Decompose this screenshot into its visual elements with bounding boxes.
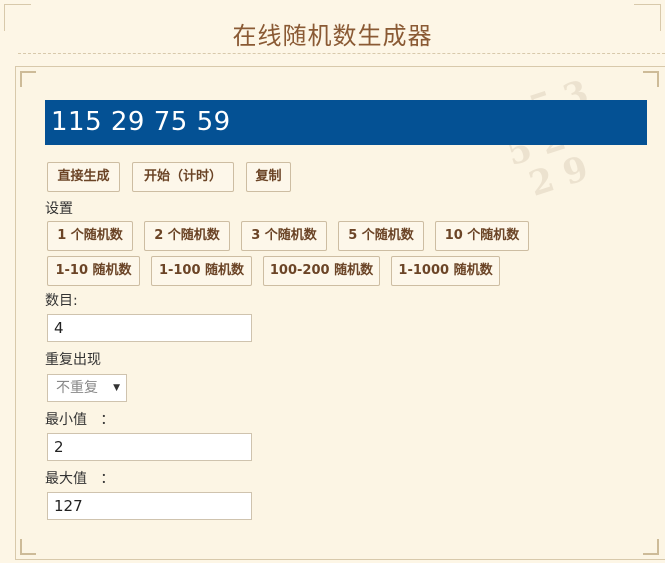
repeat-select-value: 不重复: [56, 380, 98, 396]
page-title: 在线随机数生成器: [232, 22, 433, 50]
panel-corner-ornament: [20, 539, 36, 555]
count-input[interactable]: 4: [47, 314, 252, 342]
preset-range-1-100-button[interactable]: 1-100 随机数: [151, 256, 252, 286]
preset-count-2-button[interactable]: 2 个随机数: [144, 221, 230, 251]
settings-label: 设置: [45, 201, 73, 217]
copy-button[interactable]: 复制: [246, 162, 291, 192]
repeat-label: 重复出现: [45, 352, 101, 368]
min-label: 最小值 ：: [45, 412, 115, 428]
panel-corner-ornament: [643, 539, 659, 555]
title-divider: [18, 53, 665, 54]
random-result-display: 115 29 75 59: [45, 100, 647, 145]
start-timer-button[interactable]: 开始（计时）: [132, 162, 234, 192]
generate-button[interactable]: 直接生成: [47, 162, 120, 192]
preset-count-10-button[interactable]: 10 个随机数: [435, 221, 529, 251]
preset-count-5-button[interactable]: 5 个随机数: [338, 221, 424, 251]
panel-corner-ornament: [20, 71, 36, 87]
preset-range-100-200-button[interactable]: 100-200 随机数: [263, 256, 380, 286]
max-label: 最大值 ：: [45, 471, 115, 487]
max-input[interactable]: 127: [47, 492, 252, 520]
min-input[interactable]: 2: [47, 433, 252, 461]
preset-count-3-button[interactable]: 3 个随机数: [241, 221, 327, 251]
count-label: 数目:: [45, 293, 78, 309]
dropdown-arrow-icon: ▼: [113, 383, 120, 393]
preset-range-1-1000-button[interactable]: 1-1000 随机数: [391, 256, 500, 286]
preset-count-1-button[interactable]: 1 个随机数: [47, 221, 133, 251]
panel-corner-ornament: [643, 71, 659, 87]
preset-range-1-10-button[interactable]: 1-10 随机数: [47, 256, 140, 286]
decorative-numbers-watermark: 6 5 35 2 8 2 9: [491, 73, 605, 209]
repeat-select[interactable]: 不重复 ▼: [47, 374, 127, 402]
